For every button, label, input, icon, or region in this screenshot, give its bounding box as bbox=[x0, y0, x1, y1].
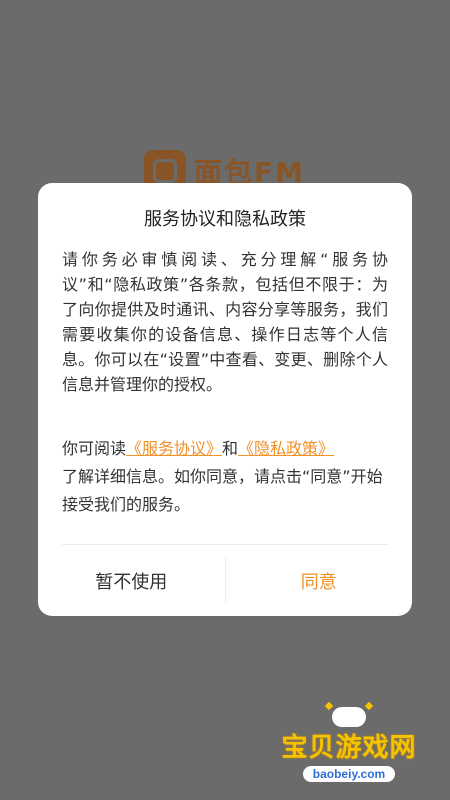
dialog-notice: 你可阅读《服务协议》和《隐私政策》了解详细信息。如你同意，请点击“同意”开始接受… bbox=[62, 435, 388, 519]
dialog-title: 服务协议和隐私政策 bbox=[144, 209, 306, 230]
screen: 面包FM 服务协议和隐私政策 请你务必审慎阅读、充分理解“服务协议”和“隐私政策… bbox=[0, 0, 450, 800]
agree-button[interactable]: 同意 bbox=[226, 545, 413, 616]
dialog-buttons: 暂不使用 同意 bbox=[38, 545, 412, 616]
notice-suffix: 了解详细信息。如你同意，请点击“同意”开始接受我们的服务。 bbox=[62, 467, 383, 514]
notice-prefix: 你可阅读 bbox=[62, 439, 127, 458]
privacy-policy-link[interactable]: 《隐私政策》 bbox=[238, 439, 334, 458]
watermark-text: 宝贝游戏网 bbox=[281, 733, 417, 763]
service-agreement-link[interactable]: 《服务协议》 bbox=[126, 439, 222, 458]
watermark-url: baobeiy.com bbox=[302, 766, 396, 782]
privacy-dialog: 服务协议和隐私政策 请你务必审慎阅读、充分理解“服务协议”和“隐私政策”各条款，… bbox=[38, 183, 412, 616]
cancel-button[interactable]: 暂不使用 bbox=[38, 545, 225, 616]
dialog-body-text: 请你务必审慎阅读、充分理解“服务协议”和“隐私政策”各条款，包括但不限于：为了向… bbox=[62, 250, 388, 394]
notice-and: 和 bbox=[222, 439, 239, 458]
watermark: 宝贝游戏网 baobeiy.com bbox=[274, 701, 424, 782]
gamepad-icon bbox=[324, 701, 374, 731]
